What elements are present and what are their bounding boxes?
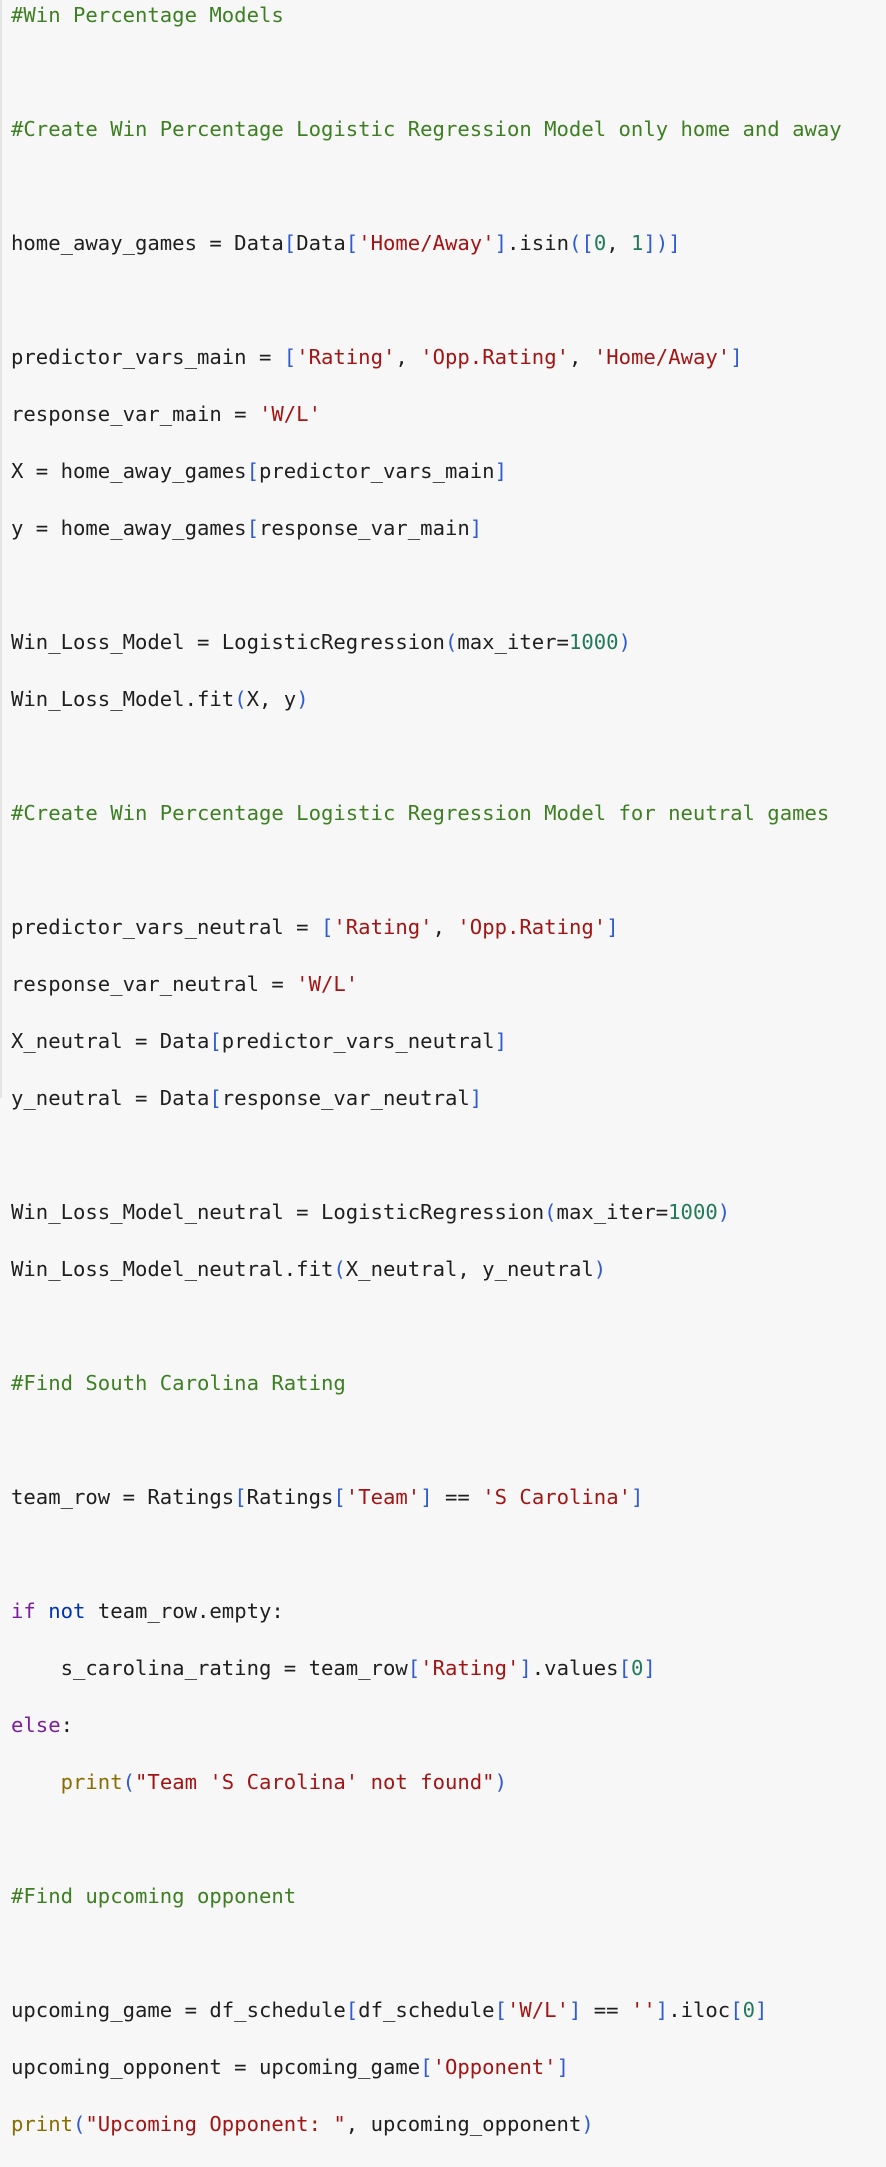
code-line: response_var_neutral = 'W/L' <box>11 970 842 999</box>
code-text: y = home_away_games[response_var_main] <box>11 516 483 540</box>
code-text: Win_Loss_Model = LogisticRegression(max_… <box>11 630 631 654</box>
code-text: Win_Loss_Model.fit(X, y) <box>11 687 309 711</box>
code-line: predictor_vars_neutral = ['Rating', 'Opp… <box>11 913 842 942</box>
code-line: Win_Loss_Model = LogisticRegression(max_… <box>11 628 842 657</box>
code-text: upcoming_game = df_schedule[df_schedule[… <box>11 1998 768 2022</box>
code-line: #Find upcoming opponent <box>11 1882 842 1911</box>
code-line: X_neutral = Data[predictor_vars_neutral] <box>11 1027 842 1056</box>
code-editor[interactable]: #Win Percentage Models #Create Win Perce… <box>11 1 842 2167</box>
code-text: predictor_vars_main = ['Rating', 'Opp.Ra… <box>11 345 743 369</box>
comment-token: #Find upcoming opponent <box>11 1884 297 1908</box>
code-text: Win_Loss_Model_neutral = LogisticRegress… <box>11 1200 731 1224</box>
code-line: home_away_games = Data[Data['Home/Away']… <box>11 229 842 258</box>
code-line: else: <box>11 1711 842 1740</box>
code-text: home_away_games = Data[Data['Home/Away']… <box>11 231 681 255</box>
cell-left-border <box>0 0 2 1098</box>
code-text: predictor_vars_neutral = ['Rating', 'Opp… <box>11 915 619 939</box>
comment-token: #Create Win Percentage Logistic Regressi… <box>11 801 830 825</box>
code-line: y = home_away_games[response_var_main] <box>11 514 842 543</box>
code-text: if not team_row.empty: <box>11 1599 284 1623</box>
code-line: upcoming_game = df_schedule[df_schedule[… <box>11 1996 842 2025</box>
code-line: X = home_away_games[predictor_vars_main] <box>11 457 842 486</box>
comment-token: #Find South Carolina Rating <box>11 1371 346 1395</box>
code-line: #Create Win Percentage Logistic Regressi… <box>11 115 842 144</box>
code-text: X = home_away_games[predictor_vars_main] <box>11 459 507 483</box>
code-text: response_var_neutral = 'W/L' <box>11 972 359 996</box>
code-line: response_var_main = 'W/L' <box>11 400 842 429</box>
code-text: s_carolina_rating = team_row['Rating'].v… <box>11 1656 656 1680</box>
code-line: predictor_vars_main = ['Rating', 'Opp.Ra… <box>11 343 842 372</box>
code-text: else: <box>11 1713 74 1737</box>
code-line: Win_Loss_Model_neutral = LogisticRegress… <box>11 1198 842 1227</box>
code-text: y_neutral = Data[response_var_neutral] <box>11 1086 483 1110</box>
code-text: response_var_main = 'W/L' <box>11 402 321 426</box>
code-line: print("Upcoming Opponent: ", upcoming_op… <box>11 2110 842 2139</box>
code-line: s_carolina_rating = team_row['Rating'].v… <box>11 1654 842 1683</box>
code-line: Win_Loss_Model_neutral.fit(X_neutral, y_… <box>11 1255 842 1284</box>
code-line: #Find South Carolina Rating <box>11 1369 842 1398</box>
comment-token: #Win Percentage Models <box>11 3 284 27</box>
code-text: print("Team 'S Carolina' not found") <box>60 1770 507 1794</box>
code-text: Win_Loss_Model_neutral.fit(X_neutral, y_… <box>11 1257 607 1281</box>
code-text: upcoming_opponent = upcoming_game['Oppon… <box>11 2055 569 2079</box>
code-line: upcoming_opponent = upcoming_game['Oppon… <box>11 2053 842 2082</box>
code-line: print("Team 'S Carolina' not found") <box>11 1768 842 1797</box>
code-line: team_row = Ratings[Ratings['Team'] == 'S… <box>11 1483 842 1512</box>
code-line: Win_Loss_Model.fit(X, y) <box>11 685 842 714</box>
code-cell[interactable]: #Win Percentage Models #Create Win Perce… <box>0 0 886 2136</box>
code-line: #Win Percentage Models <box>11 1 842 30</box>
comment-token: #Create Win Percentage Logistic Regressi… <box>11 117 842 141</box>
code-line: if not team_row.empty: <box>11 1597 842 1626</box>
code-text: print("Upcoming Opponent: ", upcoming_op… <box>11 2112 594 2136</box>
code-line: #Create Win Percentage Logistic Regressi… <box>11 799 842 828</box>
code-line: y_neutral = Data[response_var_neutral] <box>11 1084 842 1113</box>
code-text: X_neutral = Data[predictor_vars_neutral] <box>11 1029 507 1053</box>
code-text: team_row = Ratings[Ratings['Team'] == 'S… <box>11 1485 644 1509</box>
